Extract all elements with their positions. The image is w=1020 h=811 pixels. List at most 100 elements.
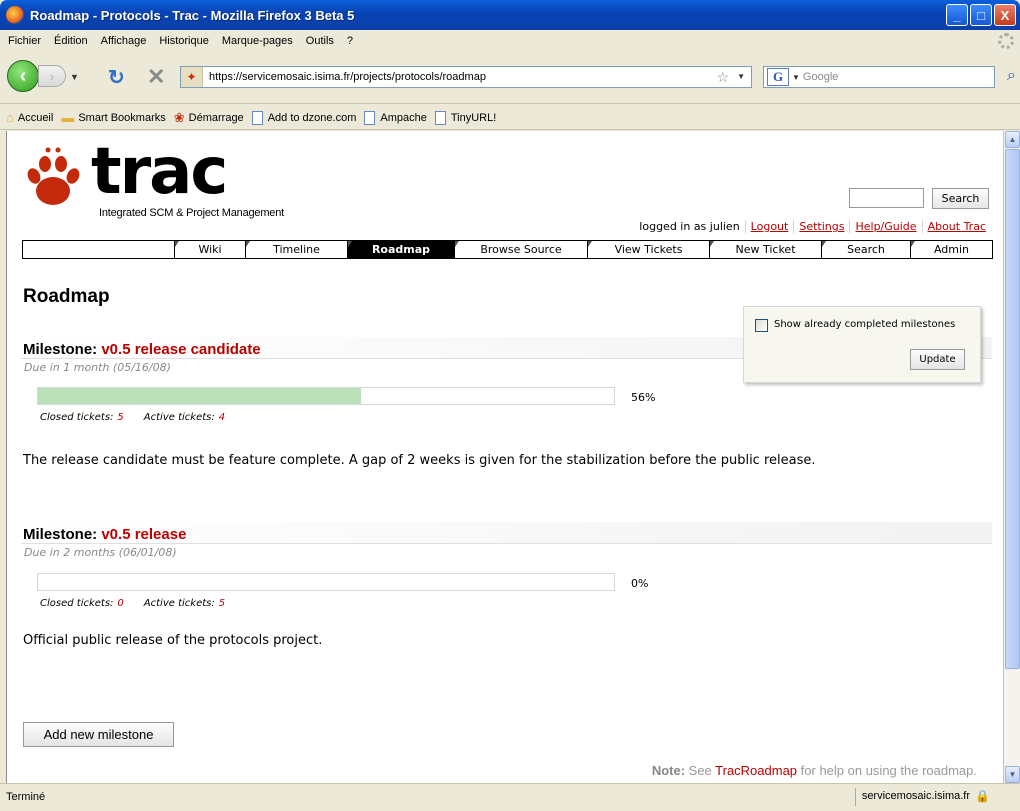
web-search-bar[interactable]: G ▼ Google ⌕ <box>763 66 1016 88</box>
note-prefix: Note: <box>651 763 686 778</box>
paw-icon: ❀ <box>173 109 185 125</box>
home-icon: ⌂ <box>6 110 14 125</box>
engine-dropdown-icon[interactable]: ▼ <box>792 73 800 82</box>
url-bar[interactable]: ✦ https://servicemosaic.isima.fr/project… <box>180 66 752 88</box>
milestone-label: Milestone: <box>23 341 102 358</box>
tab-roadmap[interactable]: Roadmap <box>348 241 455 258</box>
window-titlebar: Roadmap - Protocols - Trac - Mozilla Fir… <box>0 0 1020 30</box>
minimize-button[interactable]: _ <box>946 4 968 26</box>
bookmark-dzone[interactable]: Add to dzone.com <box>251 110 357 125</box>
scroll-up-icon[interactable]: ▲ <box>1005 131 1020 148</box>
back-button[interactable]: ‹ <box>7 60 39 92</box>
url-dropdown-icon[interactable]: ▼ <box>737 72 745 81</box>
update-button[interactable]: Update <box>910 349 965 370</box>
milestone-due: Due in 1 month (05/16/08) <box>24 361 171 374</box>
milestone-label: Milestone: <box>23 526 102 543</box>
forward-button[interactable]: › <box>38 65 66 87</box>
milestone-header: Milestone: v0.5 release <box>21 522 992 544</box>
bookmark-ampache[interactable]: Ampache <box>364 110 427 125</box>
scroll-down-icon[interactable]: ▼ <box>1005 766 1020 783</box>
meta-navigation: logged in as julien Logout Settings Help… <box>634 220 991 233</box>
about-trac-link[interactable]: About Trac <box>921 220 991 233</box>
milestone-name-link[interactable]: v0.5 release candidate <box>101 341 260 358</box>
logo-subtitle: Integrated SCM & Project Management <box>99 207 284 219</box>
note-text-suffix: for help on using the roadmap. <box>797 763 977 778</box>
trac-search-input[interactable] <box>849 188 924 208</box>
site-identity-icon[interactable]: ✦ <box>181 67 203 87</box>
active-tickets-label: Active tickets: <box>143 412 215 423</box>
bookmark-label: Add to dzone.com <box>267 111 357 124</box>
settings-link[interactable]: Settings <box>793 220 849 233</box>
active-tickets-count[interactable]: 4 <box>219 412 225 423</box>
closed-tickets-count[interactable]: 0 <box>117 598 123 609</box>
help-note: Note: See TracRoadmap for help on using … <box>652 763 977 778</box>
menu-marque-pages[interactable]: Marque-pages <box>222 35 293 47</box>
tab-wiki[interactable]: Wiki <box>175 241 246 258</box>
status-host[interactable]: servicemosaic.isima.fr <box>854 788 994 806</box>
url-text[interactable]: https://servicemosaic.isima.fr/projects/… <box>203 71 486 83</box>
trac-search-button[interactable]: Search <box>932 188 989 209</box>
menu-help[interactable]: ? <box>347 35 353 47</box>
tab-search[interactable]: Search <box>822 241 911 258</box>
tab-admin[interactable]: Admin <box>911 241 992 258</box>
trac-roadmap-link[interactable]: TracRoadmap <box>715 763 797 778</box>
menu-bar: Fichier Édition Affichage Historique Mar… <box>0 30 1020 52</box>
page-title: Roadmap <box>23 286 110 307</box>
lock-icon[interactable]: 🔒 <box>975 789 990 803</box>
help-guide-link[interactable]: Help/Guide <box>849 220 921 233</box>
milestone-description: Official public release of the protocols… <box>23 633 323 648</box>
bookmark-smart-bookmarks[interactable]: ▬ Smart Bookmarks <box>61 110 165 125</box>
logout-link[interactable]: Logout <box>744 220 794 233</box>
trac-paw-icon <box>27 147 80 205</box>
add-milestone-button[interactable]: Add new milestone <box>23 722 174 747</box>
web-search-input[interactable]: Google <box>803 71 838 83</box>
milestone-progress-bar[interactable] <box>37 387 615 405</box>
milestone-name-link[interactable]: v0.5 release <box>101 526 186 543</box>
milestone-title: Milestone: v0.5 release candidate <box>23 341 261 358</box>
scrollbar-thumb[interactable] <box>1005 149 1020 669</box>
note-text-mid: See <box>685 763 716 778</box>
bookmark-label: Démarrage <box>188 111 244 124</box>
menu-affichage[interactable]: Affichage <box>101 35 147 47</box>
reload-icon[interactable]: ↻ <box>108 65 125 90</box>
bookmark-accueil[interactable]: ⌂ Accueil <box>6 110 53 125</box>
active-tickets-count[interactable]: 5 <box>219 598 225 609</box>
tab-new-ticket[interactable]: New Ticket <box>710 241 822 258</box>
vertical-scrollbar[interactable]: ▲ ▼ <box>1003 131 1020 783</box>
logo-wordmark: trac <box>91 135 228 209</box>
mainnav-spacer <box>23 241 175 258</box>
tab-browse-source[interactable]: Browse Source <box>455 241 588 258</box>
stop-icon[interactable]: ✕ <box>147 64 165 90</box>
show-completed-checkbox[interactable] <box>755 319 768 332</box>
milestone-progress-bar[interactable] <box>37 573 615 591</box>
progress-fill-closed[interactable] <box>38 388 361 404</box>
menu-edition[interactable]: Édition <box>54 35 88 47</box>
throbber-icon <box>998 33 1014 49</box>
bookmark-demarrage[interactable]: ❀ Démarrage <box>174 110 244 126</box>
magnifier-icon[interactable]: ⌕ <box>1007 67 1016 85</box>
closed-tickets-count[interactable]: 5 <box>117 412 123 423</box>
milestone-percent: 0% <box>631 577 649 590</box>
tab-view-tickets[interactable]: View Tickets <box>588 241 710 258</box>
trac-logo[interactable]: trac Integrated SCM & Project Management <box>21 135 286 227</box>
tab-timeline[interactable]: Timeline <box>246 241 348 258</box>
menu-historique[interactable]: Historique <box>159 35 209 47</box>
maximize-button[interactable]: □ <box>970 4 992 26</box>
active-tickets-label: Active tickets: <box>143 598 215 609</box>
show-completed-label[interactable]: Show already completed milestones <box>774 319 955 330</box>
milestone-percent: 56% <box>631 391 656 404</box>
close-button[interactable]: X <box>994 4 1016 26</box>
bookmark-label: Smart Bookmarks <box>78 111 166 124</box>
bookmark-tinyurl[interactable]: TinyURL! <box>434 110 496 125</box>
bookmark-star-icon[interactable]: ☆ <box>716 69 729 86</box>
status-text: Terminé <box>6 791 46 803</box>
milestone-filter-box: Show already completed milestones Update <box>743 306 981 383</box>
history-dropdown-icon[interactable]: ▼ <box>70 72 79 82</box>
google-engine-icon[interactable]: G <box>767 68 789 86</box>
milestone-ticket-counts: Closed tickets: 0 Active tickets: 5 <box>40 598 241 609</box>
closed-tickets-label: Closed tickets: <box>40 412 114 423</box>
menu-fichier[interactable]: Fichier <box>8 35 41 47</box>
bookmarks-toolbar: ⌂ Accueil ▬ Smart Bookmarks ❀ Démarrage Add… <box>0 106 1020 130</box>
menu-outils[interactable]: Outils <box>306 35 334 47</box>
logged-in-user: logged in as julien <box>639 220 740 233</box>
